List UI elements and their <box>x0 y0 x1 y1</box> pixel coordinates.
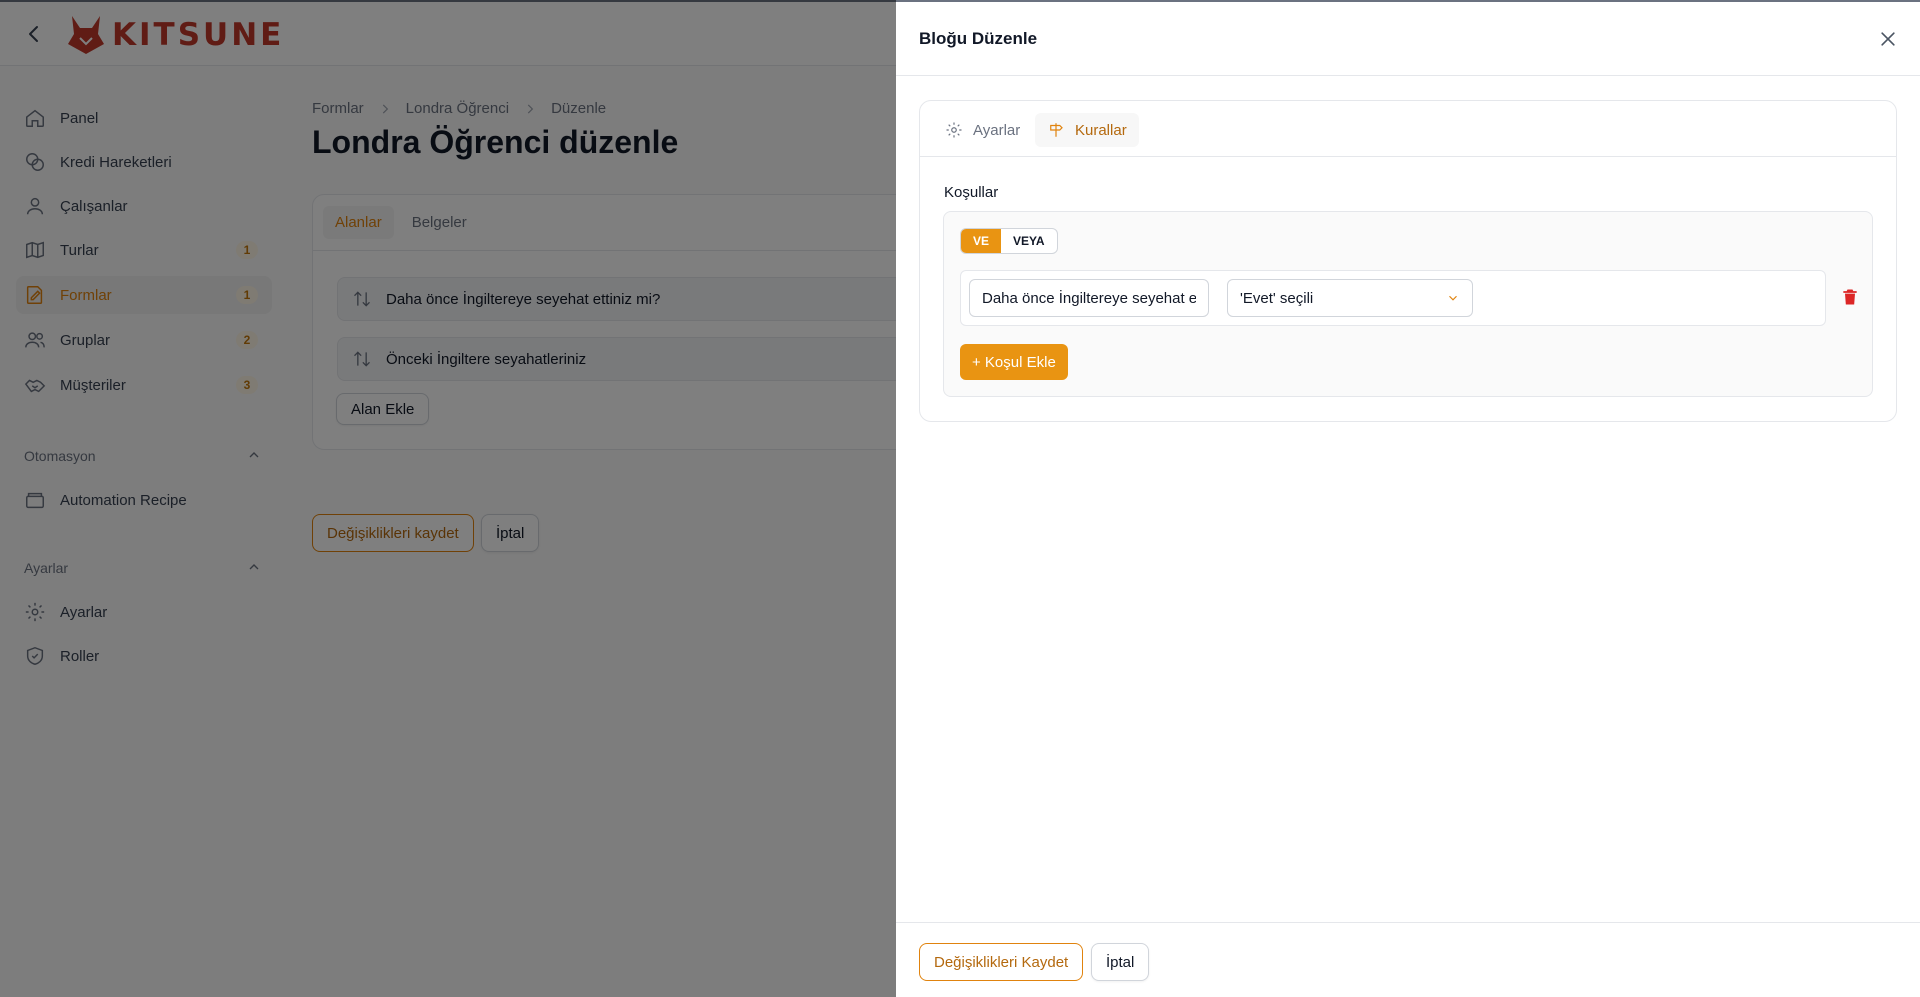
signpost-icon <box>1050 123 1063 137</box>
condition-row: 'Evet' seçili <box>960 270 1826 326</box>
logic-or-button[interactable]: VEYA <box>1001 229 1057 253</box>
add-condition-button[interactable]: + Koşul Ekle <box>960 344 1068 380</box>
tab-ayarlar[interactable]: Ayarlar <box>933 113 1032 147</box>
gear-icon <box>946 122 962 138</box>
trash-icon[interactable] <box>1840 286 1860 308</box>
tab-label: Ayarlar <box>973 121 1021 139</box>
chevron-down-icon <box>1449 295 1457 301</box>
logic-and-button[interactable]: VE <box>961 229 1002 253</box>
logic-toggle: VE VEYA <box>960 228 1058 254</box>
cancel-button[interactable]: İptal <box>1091 943 1150 981</box>
drawer-footer: Değişiklikleri Kaydet İptal <box>896 922 1920 997</box>
close-icon[interactable] <box>1878 29 1898 49</box>
select-value: 'Evet' seçili <box>1240 289 1314 307</box>
tab-label: Kurallar <box>1075 121 1127 139</box>
conditions-title: Koşullar <box>944 184 999 201</box>
drawer-tabs: Ayarlar Kurallar <box>920 101 1896 157</box>
drawer-header: Bloğu Düzenle <box>896 2 1920 76</box>
edit-block-drawer: Bloğu Düzenle Ayarlar Kurallar Koşullar … <box>896 0 1920 997</box>
condition-field-input[interactable] <box>969 279 1209 317</box>
save-changes-button[interactable]: Değişiklikleri Kaydet <box>919 943 1084 981</box>
block-settings-card: Ayarlar Kurallar Koşullar VE VEYA 'Evet'… <box>919 100 1897 422</box>
condition-operator-select[interactable]: 'Evet' seçili <box>1227 279 1473 317</box>
drawer-title: Bloğu Düzenle <box>919 29 1038 48</box>
tab-kurallar[interactable]: Kurallar <box>1035 113 1139 147</box>
conditions-box: VE VEYA 'Evet' seçili + Koşul Ekle <box>943 211 1873 397</box>
